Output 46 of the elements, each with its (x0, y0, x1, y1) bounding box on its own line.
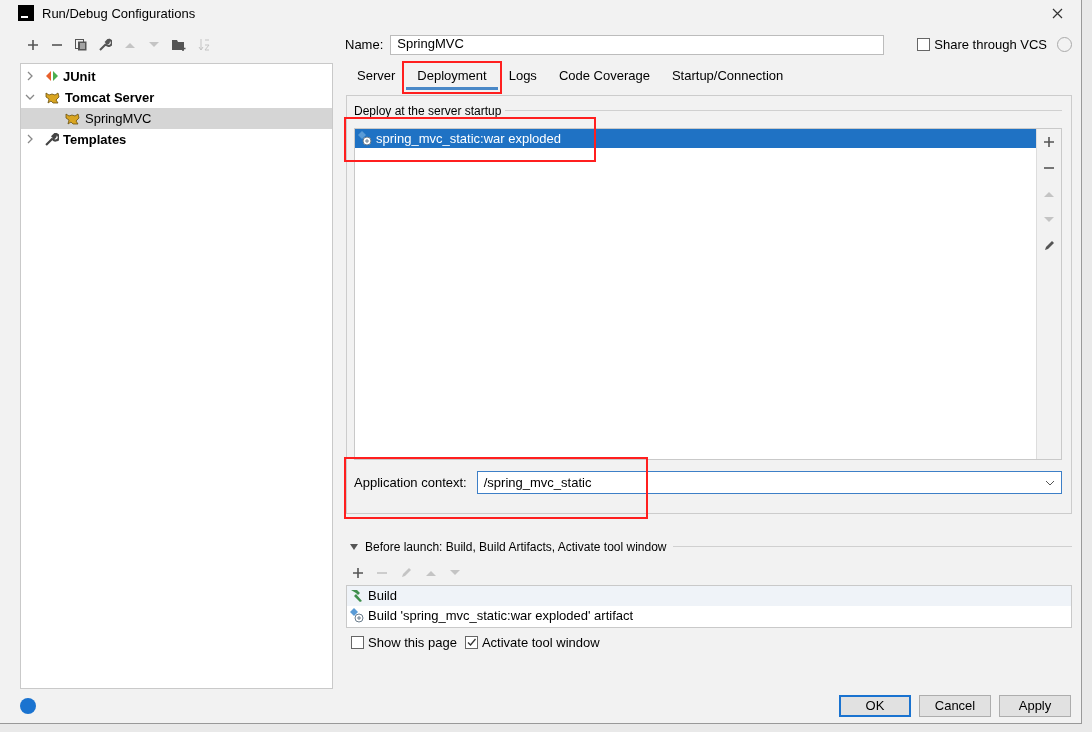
tree-item[interactable]: Templates (21, 128, 332, 150)
tab[interactable]: Startup/Connection (660, 64, 795, 90)
chevron-right-icon[interactable] (25, 71, 35, 82)
app-logo-icon (18, 5, 34, 22)
checkbox-label: Show this page (368, 634, 457, 650)
copy-icon[interactable] (75, 38, 87, 51)
junit-icon (45, 70, 59, 83)
cat-icon (45, 90, 61, 104)
close-icon[interactable] (1052, 7, 1063, 19)
hammer-icon (349, 588, 364, 603)
checkbox-label: Share through VCS (934, 37, 1047, 53)
wrench-icon[interactable] (99, 38, 112, 52)
checkbox[interactable] (464, 635, 478, 649)
artifact-icon (349, 608, 364, 624)
field-label: Application context: (354, 475, 467, 491)
tab[interactable]: Server (346, 64, 407, 90)
dialog-button[interactable]: Apply (999, 694, 1071, 717)
pencil-icon[interactable] (1042, 239, 1056, 253)
tab[interactable]: Code Coverage (547, 64, 661, 90)
tree-item[interactable]: Tomcat Server (21, 86, 332, 108)
list-item[interactable]: Build 'spring_mvc_static:war exploded' artifact (347, 605, 1071, 626)
group-title: Deploy at the server startup (354, 103, 502, 118)
context-dropdown[interactable]: /spring_mvc_static (476, 471, 1062, 495)
dialog-button[interactable]: OK (839, 694, 911, 717)
tree-item[interactable]: JUnit (21, 65, 332, 87)
add-icon[interactable] (1043, 135, 1055, 148)
name-field[interactable]: SpringMVC (390, 34, 885, 55)
checkbox[interactable] (351, 635, 364, 649)
artifact-icon (357, 130, 372, 146)
triangle-down-icon[interactable] (349, 542, 359, 551)
checkbox-label: Activate tool window (481, 634, 600, 650)
window-title: Run/Debug Configurations (42, 5, 196, 21)
cat-icon (65, 111, 81, 125)
chevron-down-icon[interactable] (1045, 479, 1055, 486)
chevron-right-icon[interactable] (25, 134, 35, 145)
folder-plus-icon[interactable] (172, 38, 186, 51)
list-item[interactable]: Build (347, 585, 1071, 606)
dialog-button[interactable]: Cancel (919, 694, 991, 717)
add-icon[interactable] (352, 566, 364, 579)
tree-item[interactable]: SpringMVC (21, 107, 332, 129)
checkbox[interactable] (917, 38, 931, 52)
tab[interactable]: Logs (497, 64, 548, 90)
section-title[interactable]: Before launch: Build, Build Artifacts, Activate tool window (365, 539, 667, 554)
wrench-icon (45, 132, 59, 147)
add-icon[interactable] (27, 38, 39, 51)
field-label: Name: (345, 37, 384, 53)
